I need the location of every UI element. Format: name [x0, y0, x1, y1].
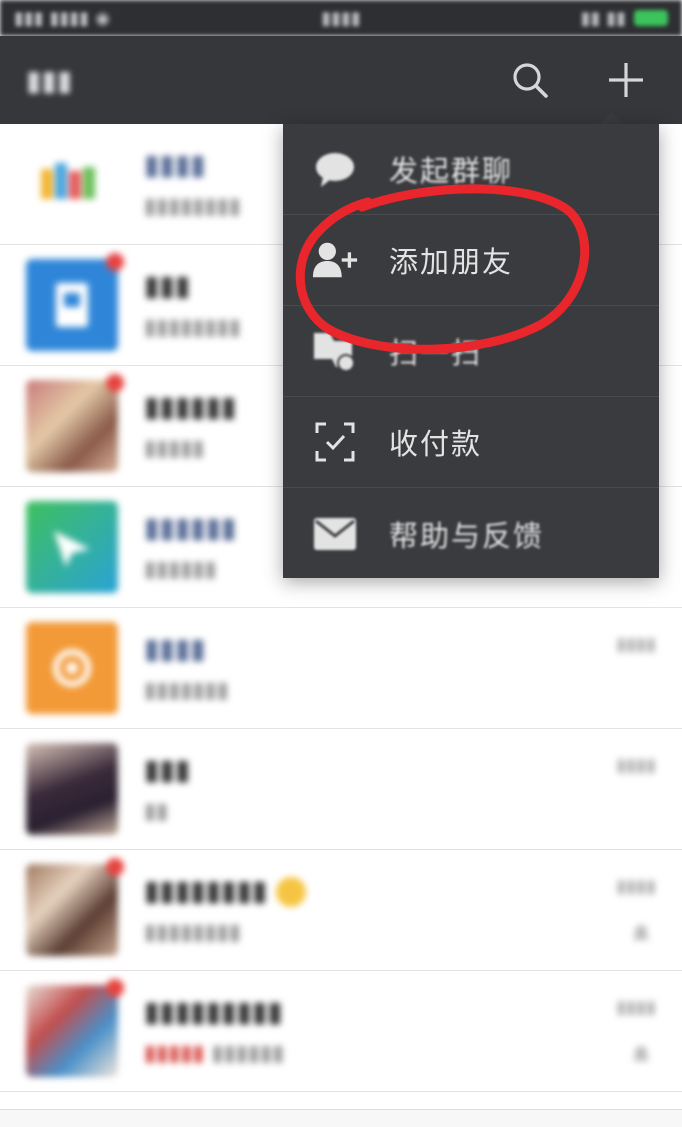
battery-icon — [634, 10, 668, 26]
chat-row[interactable]: ▮▮▮▮ ▮▮▮▮▮▮▮ ▮▮▮▮ — [0, 608, 682, 729]
chat-preview: ▮▮ — [144, 799, 169, 824]
avatar — [26, 253, 124, 351]
chat-name: ▮▮▮▮ — [144, 632, 206, 665]
mute-icon — [628, 922, 654, 948]
chat-name: ▮▮▮▮▮▮▮▮ — [144, 873, 682, 909]
chat-name: ▮▮▮ — [144, 753, 191, 786]
nav-title: ▮▮▮ — [26, 63, 73, 97]
menu-item-label: 发起群聊 — [389, 154, 514, 188]
plus-icon[interactable] — [596, 50, 656, 110]
menu-item-scan[interactable]: 扫一扫 — [283, 306, 659, 397]
unread-badge — [106, 979, 124, 997]
status-icons: ▮▮ ▮▮ — [450, 8, 668, 29]
menu-item-group-chat[interactable]: 发起群聊 — [283, 124, 659, 215]
mute-icon — [628, 1043, 654, 1069]
avatar — [26, 138, 118, 230]
chat-time: ▮▮▮▮ — [616, 755, 656, 776]
chat-name: ▮▮▮▮▮▮▮▮▮ — [144, 995, 283, 1028]
carrier-info: ▮▮▮ ▮▮▮▮ ◉ — [14, 7, 111, 29]
chat-preview: ▮▮▮▮▮▮▮▮ — [144, 920, 241, 945]
chat-time: ▮▮▮▮ — [616, 634, 656, 655]
menu-item-label: 帮助与反馈 — [389, 518, 545, 553]
menu-item-label: 扫一扫 — [389, 336, 483, 370]
add-friend-icon — [311, 236, 359, 284]
avatar — [26, 743, 118, 835]
chat-time: ▮▮▮▮ — [616, 876, 656, 897]
menu-item-label: 添加朋友 — [389, 245, 514, 279]
avatar — [26, 622, 118, 714]
chat-bubble-icon — [311, 145, 359, 193]
nav-bar: ▮▮▮ — [0, 36, 682, 124]
chat-row[interactable]: ▮▮▮▮▮▮▮▮▮ ▮▮▮▮▮ ▮▮▮▮▮▮ ▮▮▮▮ — [0, 971, 682, 1092]
chat-preview: ▮▮▮▮▮▮▮ — [144, 678, 229, 703]
chat-row[interactable]: ▮▮▮ ▮▮ ▮▮▮▮ — [0, 729, 682, 850]
mail-icon — [311, 510, 359, 558]
scan-icon — [311, 327, 359, 375]
unread-badge — [106, 374, 124, 392]
search-icon[interactable] — [500, 50, 560, 110]
popup-menu: 发起群聊 添加朋友 扫一扫 收付款 帮助与反馈 — [283, 124, 659, 578]
menu-item-label: 收付款 — [389, 427, 483, 461]
menu-item-payment[interactable]: 收付款 — [283, 397, 659, 488]
menu-item-add-friend[interactable]: 添加朋友 — [283, 215, 659, 306]
avatar — [26, 374, 124, 472]
avatar — [26, 858, 124, 956]
payment-icon — [311, 418, 359, 466]
status-bar: ▮▮▮ ▮▮▮▮ ◉ ▮▮▮▮ ▮▮ ▮▮ — [0, 0, 682, 36]
avatar — [26, 501, 118, 593]
avatar — [26, 979, 124, 1077]
unread-badge — [106, 253, 124, 271]
chat-time: ▮▮▮▮ — [616, 997, 656, 1018]
menu-item-help-feedback[interactable]: 帮助与反馈 — [283, 488, 659, 579]
chat-row[interactable]: ▮▮▮▮▮▮▮▮ ▮▮▮▮▮▮▮▮ ▮▮▮▮ — [0, 850, 682, 971]
clock: ▮▮▮▮ — [321, 7, 361, 29]
unread-badge — [106, 858, 124, 876]
tab-bar — [0, 1109, 682, 1127]
chat-preview: ▮▮▮▮▮ ▮▮▮▮▮▮ — [144, 1041, 285, 1066]
